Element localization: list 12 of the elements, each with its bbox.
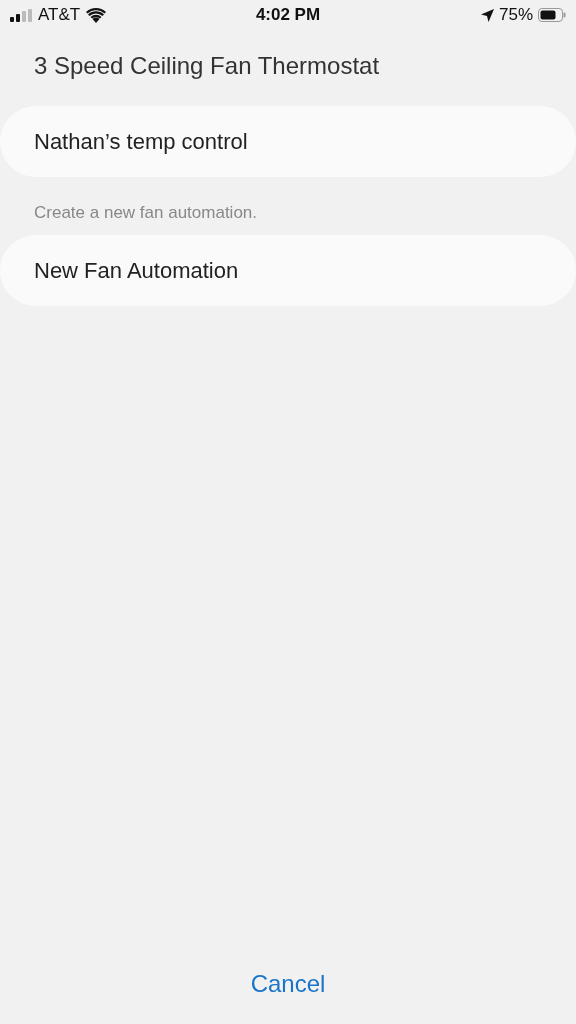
new-automation-button[interactable]: New Fan Automation [0,235,576,306]
cancel-button[interactable]: Cancel [240,966,336,1002]
location-arrow-icon [480,8,494,22]
signal-icon [10,8,32,22]
clock: 4:02 PM [255,5,321,25]
automation-item[interactable]: Nathan’s temp control [0,106,576,177]
battery-icon [538,8,566,22]
page-title: 3 Speed Ceiling Fan Thermostat [33,51,381,81]
wifi-icon [86,7,107,23]
battery-percentage: 75% [498,5,533,25]
carrier: AT&T [38,5,81,25]
hint-text: Create a new fan automation. [33,202,259,224]
